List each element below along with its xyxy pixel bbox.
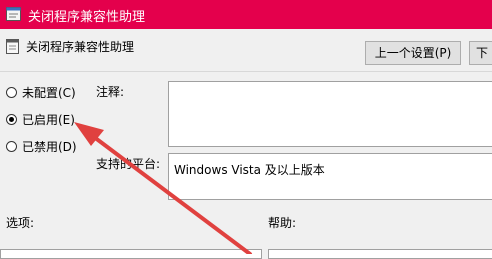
radio-circle-selected[interactable]	[6, 114, 17, 125]
policy-setting-icon	[6, 39, 19, 54]
help-label: 帮助:	[268, 216, 297, 230]
radio-circle[interactable]	[6, 141, 17, 152]
radio-label: 已启用(E)	[22, 113, 75, 127]
supported-platform-value: Windows Vista 及以上版本	[174, 163, 325, 177]
comment-textarea[interactable]	[168, 81, 492, 147]
window-title: 关闭程序兼容性助理	[28, 10, 146, 25]
policy-name: 关闭程序兼容性助理	[26, 40, 135, 54]
radio-circle[interactable]	[6, 87, 17, 98]
radio-disabled[interactable]: 已禁用(D)	[6, 138, 77, 155]
options-label: 选项:	[6, 216, 35, 230]
previous-setting-button[interactable]: 上一个设置(P)	[365, 41, 461, 65]
radio-not-configured[interactable]: 未配置(C)	[6, 84, 76, 101]
policy-window-icon	[6, 7, 21, 21]
radio-label: 未配置(C)	[22, 86, 76, 100]
next-setting-button[interactable]: 下	[469, 41, 492, 65]
radio-enabled[interactable]: 已启用(E)	[6, 111, 75, 128]
divider	[0, 71, 492, 72]
supported-platform-label: 支持的平台:	[96, 157, 161, 171]
help-pane	[268, 249, 492, 259]
options-pane	[0, 249, 262, 259]
comment-label: 注释:	[96, 85, 125, 99]
title-bar: 关闭程序兼容性助理	[0, 0, 492, 29]
radio-label: 已禁用(D)	[22, 140, 77, 154]
